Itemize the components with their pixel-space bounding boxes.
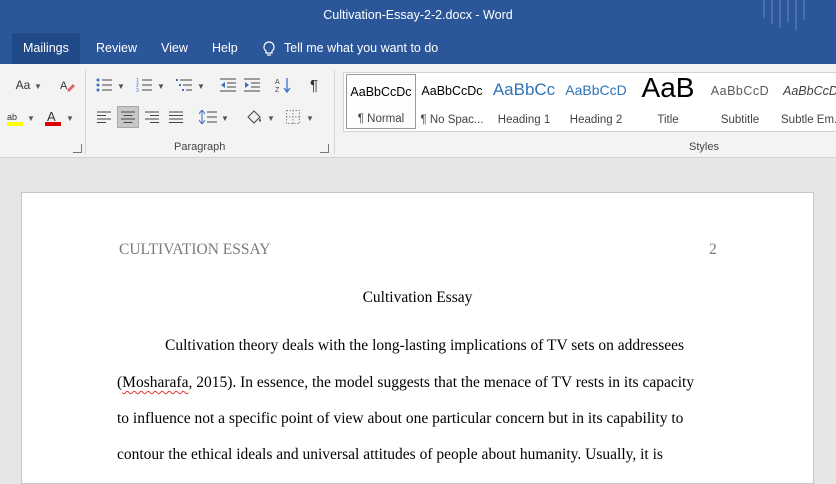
tab-review[interactable]: Review: [85, 33, 148, 64]
chevron-down-icon: ▼: [157, 82, 165, 91]
chevron-down-icon: ▼: [306, 114, 314, 123]
svg-text:A: A: [47, 109, 56, 124]
ribbon: Aa ▼ A ab ▼ A ▼ ▼ 123 ▼ ▼ AZ ¶ ▼ ▼ ▼ Par…: [0, 64, 836, 158]
increase-indent-icon[interactable]: [241, 74, 263, 96]
chevron-down-icon: ▼: [221, 114, 229, 123]
shading-icon[interactable]: [243, 106, 265, 128]
decrease-indent-icon[interactable]: [217, 74, 239, 96]
change-case-button[interactable]: Aa: [10, 74, 36, 96]
paragraph-dialog-launcher[interactable]: [320, 144, 329, 153]
font-dialog-launcher[interactable]: [73, 144, 82, 153]
tell-me-text: Tell me what you want to do: [284, 41, 439, 55]
justify-icon[interactable]: [165, 106, 187, 128]
window-title: Cultivation-Essay-2-2.docx - Word: [323, 8, 513, 22]
chevron-down-icon: ▼: [27, 114, 35, 123]
style-name: Heading 2: [569, 114, 623, 126]
style-name: Heading 1: [497, 114, 551, 126]
styles-gallery: AaBbCcDc ¶ Normal AaBbCcDc ¶ No Spac... …: [343, 72, 836, 132]
tell-me-box[interactable]: Tell me what you want to do: [262, 33, 438, 64]
style-name: Title: [657, 114, 679, 126]
font-color-button[interactable]: A: [42, 107, 64, 129]
svg-text:A: A: [275, 79, 280, 86]
chevron-down-icon: ▼: [66, 114, 74, 123]
numbering-icon[interactable]: 123: [133, 74, 155, 96]
svg-text:Z: Z: [275, 87, 280, 93]
document-page[interactable]: CULTIVATION ESSAY 2 Cultivation Essay Cu…: [21, 192, 814, 484]
lightbulb-icon: [263, 41, 275, 56]
style-subtle-emphasis[interactable]: AaBbCcD Subtle Em...: [777, 74, 836, 129]
multilevel-list-icon[interactable]: [173, 74, 195, 96]
style-preview: AaBbCcD: [565, 82, 627, 98]
style-preview: AaBbCcDc: [350, 85, 412, 99]
svg-text:ab: ab: [7, 112, 17, 122]
style-name: ¶ Normal: [357, 113, 405, 125]
borders-icon[interactable]: [282, 106, 304, 128]
chevron-down-icon: ▼: [117, 82, 125, 91]
highlight-color-button[interactable]: ab: [4, 107, 26, 129]
style-heading-2[interactable]: AaBbCcD Heading 2: [561, 74, 631, 129]
style-preview: AaB: [641, 72, 695, 103]
svg-text:3: 3: [136, 88, 139, 92]
svg-text:A: A: [60, 80, 68, 92]
misspelled-word[interactable]: Mosharafa: [122, 374, 188, 391]
paragraph-line[interactable]: Cultivation theory deals with the long-l…: [165, 337, 684, 355]
style-normal[interactable]: AaBbCcDc ¶ Normal: [346, 74, 416, 129]
style-heading-1[interactable]: AaBbCc Heading 1: [489, 74, 559, 129]
style-preview: AaBbCcD: [710, 84, 770, 98]
chevron-down-icon: ▼: [197, 82, 205, 91]
paragraph-line[interactable]: (Mosharafa, 2015). In essence, the model…: [117, 374, 694, 392]
style-name: Subtle Em...: [781, 114, 836, 126]
style-name: ¶ No Spac...: [420, 114, 484, 126]
style-subtitle[interactable]: AaBbCcD Subtitle: [705, 74, 775, 129]
align-right-icon[interactable]: [141, 106, 163, 128]
change-case-label: Aa: [15, 78, 31, 92]
page-number[interactable]: 2: [709, 241, 717, 259]
decorative-pattern: [763, 0, 805, 30]
show-formatting-marks-icon[interactable]: ¶: [303, 74, 325, 96]
group-divider: [85, 70, 86, 154]
text-run: , 2015). In essence, the model suggests …: [188, 374, 695, 391]
clear-formatting-icon[interactable]: A: [56, 74, 78, 96]
chevron-down-icon: ▼: [34, 82, 42, 91]
tab-view[interactable]: View: [150, 33, 199, 64]
tab-mailings[interactable]: Mailings: [12, 33, 80, 64]
tab-help[interactable]: Help: [201, 33, 249, 64]
style-preview: AaBbCcDc: [421, 84, 483, 98]
align-left-icon[interactable]: [93, 106, 115, 128]
paragraph-line[interactable]: contour the ethical ideals and universal…: [117, 446, 663, 464]
running-header[interactable]: CULTIVATION ESSAY: [119, 241, 270, 259]
line-spacing-icon[interactable]: [197, 106, 219, 128]
align-center-icon[interactable]: [117, 106, 139, 128]
chevron-down-icon: ▼: [267, 114, 275, 123]
styles-group-label: Styles: [689, 141, 719, 153]
bullets-icon[interactable]: [93, 74, 115, 96]
paragraph-line[interactable]: to influence not a specific point of vie…: [117, 410, 683, 428]
style-name: Subtitle: [720, 114, 760, 126]
paragraph-group-label: Paragraph: [174, 141, 226, 153]
style-preview: AaBbCc: [492, 80, 556, 99]
ribbon-tabs: Mailings Review View Help Tell me what y…: [0, 33, 836, 64]
style-title[interactable]: AaB Title: [633, 72, 703, 129]
title-bar: Cultivation-Essay-2-2.docx - Word: [0, 0, 836, 33]
document-title[interactable]: Cultivation Essay: [22, 289, 813, 307]
style-preview: AaBbCcD: [783, 84, 836, 98]
group-divider: [334, 70, 335, 154]
style-no-spacing[interactable]: AaBbCcDc ¶ No Spac...: [417, 74, 487, 129]
sort-icon[interactable]: AZ: [272, 74, 294, 96]
